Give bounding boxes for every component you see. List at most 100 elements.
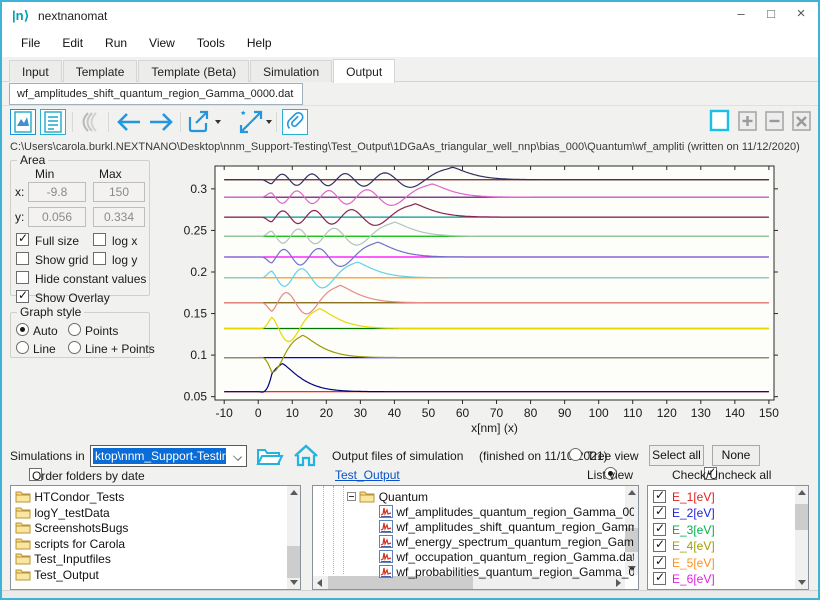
- energy-list-vscrollbar[interactable]: [795, 486, 808, 589]
- file-tab[interactable]: wf_amplitudes_shift_quantum_region_Gamma…: [9, 83, 303, 105]
- remove-tab-button-disabled: [763, 109, 787, 135]
- graph-style-radio-auto[interactable]: [16, 323, 29, 336]
- y-min-field[interactable]: [28, 207, 86, 227]
- fit-to-window-button[interactable]: [238, 109, 264, 135]
- toolbar: [2, 105, 818, 138]
- tab-input[interactable]: Input: [9, 60, 62, 82]
- scroll-left-icon[interactable]: [317, 579, 322, 587]
- energy-label-e-1-ev: E_1[eV]: [672, 490, 715, 504]
- x-tick-label: 50: [422, 406, 436, 420]
- menu-bar: FileEditRunViewToolsHelp: [2, 30, 818, 57]
- attach-overlay-button[interactable]: [282, 109, 308, 135]
- title-bar: |n⟩ nextnanomat – □ ×: [2, 2, 818, 30]
- menu-item-tools[interactable]: Tools: [186, 30, 236, 57]
- tree-view-radio[interactable]: [569, 448, 582, 461]
- scroll-down-icon[interactable]: [798, 580, 806, 585]
- scroll-up-icon[interactable]: [628, 490, 636, 495]
- tab-simulation[interactable]: Simulation: [250, 60, 332, 82]
- show-overlay-checkbox[interactable]: [16, 290, 29, 303]
- x-tick-label: 30: [354, 406, 368, 420]
- output-files-label: Output files of simulation: [332, 449, 463, 463]
- menu-item-file[interactable]: File: [10, 30, 51, 57]
- menu-item-view[interactable]: View: [138, 30, 186, 57]
- export-dropdown-caret[interactable]: [215, 120, 221, 124]
- energy-checkbox-e-4-ev[interactable]: [653, 539, 666, 552]
- hide-constant-values-checkbox[interactable]: [16, 271, 29, 284]
- tree-file-wf-amplitudes-shift-quantum[interactable]: wf_amplitudes_shift_quantum_region_Gamma: [379, 520, 634, 536]
- x-tick-label: 110: [623, 406, 642, 420]
- folder-row-htcondor-tests[interactable]: HTCondor_Tests: [15, 490, 124, 506]
- folder-row-logy-testdata[interactable]: logY_testData: [15, 506, 110, 522]
- folder-row-scripts-for-carola[interactable]: scripts for Carola: [15, 537, 125, 553]
- export-button[interactable]: [186, 109, 212, 135]
- graph-style-radio-line[interactable]: [16, 341, 29, 354]
- log-x-checkbox[interactable]: [93, 233, 106, 246]
- simulation-folder-combobox[interactable]: ktop\nnm_Support-Testing: [90, 445, 247, 467]
- tree-expander-icon[interactable]: [347, 492, 356, 501]
- scroll-down-icon[interactable]: [290, 580, 298, 585]
- folder-row-test-output[interactable]: Test_Output: [15, 568, 99, 584]
- tree-file-wf-probabilities-quantum-reg[interactable]: wf_probabilities_quantum_region_Gamma_0: [379, 565, 634, 581]
- y-max-field[interactable]: [93, 207, 145, 227]
- graph-style-groupbox: Graph style AutoPointsLineLine + Points: [10, 312, 150, 358]
- scroll-up-icon[interactable]: [290, 490, 298, 495]
- full-size-checkbox[interactable]: [16, 233, 29, 246]
- folder-row-test-inputfiles[interactable]: Test_Inputfiles: [15, 552, 111, 568]
- x-tick-label: 140: [725, 406, 745, 420]
- y-tick-label: 0.15: [184, 307, 208, 321]
- graph-style-radio-line-points[interactable]: [68, 341, 81, 354]
- scrollbar-thumb[interactable]: [287, 546, 300, 578]
- file-label: wf_energy_spectrum_quantum_region_Gamm: [396, 535, 634, 549]
- maximize-button[interactable]: □: [756, 2, 786, 28]
- home-folder-button[interactable]: [292, 443, 320, 474]
- energy-checkbox-e-3-ev[interactable]: [653, 523, 666, 536]
- energy-row-e-6-ev[interactable]: E_6[eV]: [653, 572, 715, 588]
- simulation-folder-link[interactable]: Test_Output: [335, 468, 400, 482]
- log-y-checkbox[interactable]: [93, 252, 106, 265]
- energy-label-e-6-ev: E_6[eV]: [672, 572, 715, 586]
- folder-label: Test_Inputfiles: [34, 552, 111, 566]
- select-all-button[interactable]: Select all: [649, 445, 704, 466]
- back-button[interactable]: [114, 109, 144, 135]
- chart-file-icon: [379, 550, 393, 566]
- scrollbar-thumb[interactable]: [795, 504, 808, 530]
- x-tick-label: 150: [759, 406, 779, 420]
- energy-checkbox-e-2-ev[interactable]: [653, 506, 666, 519]
- menu-item-run[interactable]: Run: [94, 30, 138, 57]
- menu-item-edit[interactable]: Edit: [51, 30, 94, 57]
- minimize-button[interactable]: –: [726, 2, 756, 28]
- text-view-button[interactable]: [40, 109, 66, 135]
- report-page-icon: [41, 110, 65, 134]
- output-file-path: C:\Users\carola.burkl.NEXTNANO\Desktop\n…: [10, 141, 800, 153]
- energy-row-e-2-ev[interactable]: E_2[eV]: [653, 506, 715, 522]
- menu-item-help[interactable]: Help: [236, 30, 283, 57]
- fit-dropdown-caret[interactable]: [266, 120, 272, 124]
- folder-list-vscrollbar[interactable]: [287, 486, 300, 589]
- energy-checkbox-e-1-ev[interactable]: [653, 490, 666, 503]
- forward-button[interactable]: [146, 109, 176, 135]
- tab-template-beta[interactable]: Template (Beta): [138, 60, 249, 82]
- tree-file-wf-energy-spectrum-quantum-r[interactable]: wf_energy_spectrum_quantum_region_Gamm: [379, 535, 634, 551]
- close-button[interactable]: ×: [786, 2, 816, 28]
- x-tick-label: 40: [388, 406, 402, 420]
- x-max-field[interactable]: [93, 182, 145, 202]
- plot-area[interactable]: -100102030405060708090100110120130140150…: [157, 160, 817, 440]
- x-min-field[interactable]: [28, 182, 86, 202]
- plot-view-button[interactable]: [10, 109, 36, 135]
- tree-node-quantum[interactable]: Quantum: [347, 490, 428, 506]
- browse-folder-button[interactable]: [255, 443, 285, 474]
- new-tab-button[interactable]: [708, 109, 732, 135]
- tab-output[interactable]: Output: [333, 59, 395, 83]
- energy-row-e-4-ev[interactable]: E_4[eV]: [653, 539, 715, 555]
- energy-checkbox-e-5-ev[interactable]: [653, 556, 666, 569]
- scroll-up-icon[interactable]: [798, 490, 806, 495]
- energy-checkbox-e-6-ev[interactable]: [653, 572, 666, 585]
- folder-row-screenshotsbugs[interactable]: ScreenshotsBugs: [15, 521, 128, 537]
- wavefunction-chart[interactable]: -100102030405060708090100110120130140150…: [157, 160, 817, 440]
- show-grid-checkbox[interactable]: [16, 252, 29, 265]
- tree-file-wf-occupation-quantum-region[interactable]: wf_occupation_quantum_region_Gamma.dat: [379, 550, 634, 566]
- tab-template[interactable]: Template: [63, 60, 138, 82]
- tree-file-wf-amplitudes-quantum-region[interactable]: wf_amplitudes_quantum_region_Gamma_000: [379, 505, 634, 521]
- none-button[interactable]: None: [712, 445, 760, 466]
- graph-style-radio-points[interactable]: [68, 323, 81, 336]
